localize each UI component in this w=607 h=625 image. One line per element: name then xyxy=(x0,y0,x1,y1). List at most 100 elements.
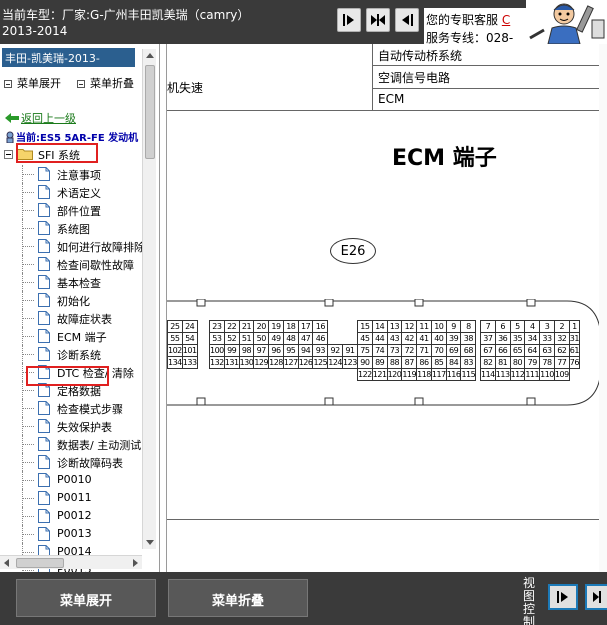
pin-cell: 48 xyxy=(282,332,299,345)
pin-cell: 131 xyxy=(223,356,240,369)
sidebar-hscroll-thumb[interactable] xyxy=(16,558,64,568)
tree-item[interactable]: 部件位置 xyxy=(0,201,143,219)
footer-expand-button[interactable]: 菜单展开 xyxy=(16,579,156,617)
scroll-left-icon[interactable] xyxy=(0,556,14,570)
pin-cell: 124 xyxy=(327,356,344,369)
pin-cell: 90 xyxy=(357,356,373,369)
pin-cell: 83 xyxy=(460,356,477,369)
tree-connector-branch xyxy=(22,390,34,391)
tree-item[interactable]: ECM 端子 xyxy=(0,327,143,345)
nav-next-button[interactable] xyxy=(337,8,361,32)
pin-cell: 127 xyxy=(282,356,299,369)
sidebar-scroll-thumb[interactable] xyxy=(145,65,155,159)
tree-item[interactable]: 数据表/ 主动测试 xyxy=(0,435,143,453)
document-scrollbar[interactable] xyxy=(599,44,607,572)
pin-cell: 114 xyxy=(480,368,496,381)
doc-bottom-divider xyxy=(167,519,607,520)
tree-item[interactable]: 初始化 xyxy=(0,291,143,309)
pin-cell: 22 xyxy=(223,320,240,333)
current-engine-node[interactable]: 当前:ES5 5AR-FE 发动机 xyxy=(4,129,138,144)
document-icon xyxy=(38,203,50,217)
tree-item[interactable]: 如何进行故障排除 xyxy=(0,237,143,255)
pin-cell: 52 xyxy=(223,332,240,345)
tree-connector-branch xyxy=(22,462,34,463)
tree-item[interactable]: P0011 xyxy=(0,489,143,507)
footer-nav-next-button[interactable] xyxy=(548,584,578,610)
tree-item[interactable]: 基本检查 xyxy=(0,273,143,291)
tree-item[interactable]: 注意事项 xyxy=(0,165,143,183)
support-phone: 服务专线：028- xyxy=(426,31,514,44)
footer-collapse-button[interactable]: 菜单折叠 xyxy=(168,579,308,617)
document-icon xyxy=(38,527,50,541)
nav-prev-button[interactable] xyxy=(395,8,419,32)
support-chat-link[interactable]: C xyxy=(502,13,510,27)
scroll-down-icon[interactable] xyxy=(143,535,157,549)
pin-cell: 73 xyxy=(386,344,403,357)
pin-cell: 80 xyxy=(509,356,526,369)
pin-cell: 8 xyxy=(460,320,477,333)
pin-cell: 17 xyxy=(297,320,314,333)
top-header: 当前车型：厂家:G-广州丰田凯美瑞（camry） 2013-2014 您的专职客… xyxy=(0,0,607,44)
pin-cell: 115 xyxy=(460,368,477,381)
tree-item[interactable]: 检查模式步骤 xyxy=(0,399,143,417)
pin-cell: 100 xyxy=(209,344,225,357)
pin-cell: 123 xyxy=(342,356,358,369)
nav-expand-button[interactable] xyxy=(366,8,390,32)
tree-item[interactable]: 检查间歇性故障 xyxy=(0,255,143,273)
scroll-up-icon[interactable] xyxy=(143,49,157,63)
pin-cell: 74 xyxy=(371,344,388,357)
tree-item[interactable]: P0010 xyxy=(0,471,143,489)
tree-connector-branch xyxy=(22,516,34,517)
footer-nav-expand-button[interactable] xyxy=(585,584,607,610)
pin-cell: 6 xyxy=(494,320,511,333)
tree-item[interactable]: 系统图 xyxy=(0,219,143,237)
pin-cell: 117 xyxy=(430,368,447,381)
pin-cell: 72 xyxy=(401,344,418,357)
sidebar-collapse-all[interactable]: 菜单折叠 xyxy=(77,75,134,91)
pin-cell: 93 xyxy=(312,344,329,357)
tree-connector-branch xyxy=(22,498,34,499)
pin-cell: 64 xyxy=(524,344,541,357)
document-icon xyxy=(38,509,50,523)
pin-group-2: 23 22 21 20 19 18 17 16 53 52 51 50 49 48 47 46 100 99 98 9… xyxy=(209,320,358,369)
pin-cell: 75 xyxy=(357,344,373,357)
tree-item[interactable]: P0012 xyxy=(0,507,143,525)
pin-cell: 23 xyxy=(209,320,225,333)
pin-cell: 65 xyxy=(509,344,526,357)
tree-connector-branch xyxy=(22,336,34,337)
scroll-right-icon[interactable] xyxy=(128,556,142,570)
pin-cell: 84 xyxy=(445,356,462,369)
sidebar-horizontal-scrollbar[interactable] xyxy=(0,555,142,569)
pin-cell: 125 xyxy=(312,356,329,369)
tree-item-label: 诊断故障码表 xyxy=(57,457,123,470)
pin-cell: 46 xyxy=(312,332,329,345)
tree-item-label: 数据表/ 主动测试 xyxy=(57,439,142,452)
sfi-highlight-box xyxy=(16,143,98,163)
tree-item[interactable]: 故障症状表 xyxy=(0,309,143,327)
back-arrow-icon xyxy=(5,113,19,123)
pin-group-1: 25 24 55 54 102 101 134 133 xyxy=(167,320,198,369)
expand-box-icon xyxy=(4,80,12,88)
tree-item[interactable]: P0013 xyxy=(0,525,143,543)
tree-item[interactable]: 失效保护表 xyxy=(0,417,143,435)
nav-prev-icon xyxy=(402,14,413,26)
tree-connector-branch xyxy=(22,264,34,265)
sidebar-expand-all[interactable]: 菜单展开 xyxy=(4,75,61,91)
tree-connector-branch xyxy=(22,300,34,301)
tree-item[interactable]: 诊断系统 xyxy=(0,345,143,363)
view-control-label: 视图控制 xyxy=(522,576,535,625)
pin-cell: 9 xyxy=(445,320,462,333)
back-to-parent-link[interactable]: 返回上一级 xyxy=(5,110,76,126)
pin-cell: 87 xyxy=(401,356,418,369)
pin-cell: 128 xyxy=(268,356,284,369)
tree-item[interactable]: 诊断故障码表 xyxy=(0,453,143,471)
sidebar-vertical-scrollbar[interactable] xyxy=(142,49,156,549)
tree-item[interactable]: 术语定义 xyxy=(0,183,143,201)
doc-header-row-2: 空调信号电路 xyxy=(372,66,607,89)
tree-connector-branch xyxy=(22,480,34,481)
pin-cell: 61 xyxy=(568,344,581,357)
vehicle-year-label: 2013-2014 xyxy=(2,24,68,38)
tree-connector-branch xyxy=(22,444,34,445)
pin-cell: 42 xyxy=(401,332,418,345)
pin-cell: 134 xyxy=(167,356,183,369)
